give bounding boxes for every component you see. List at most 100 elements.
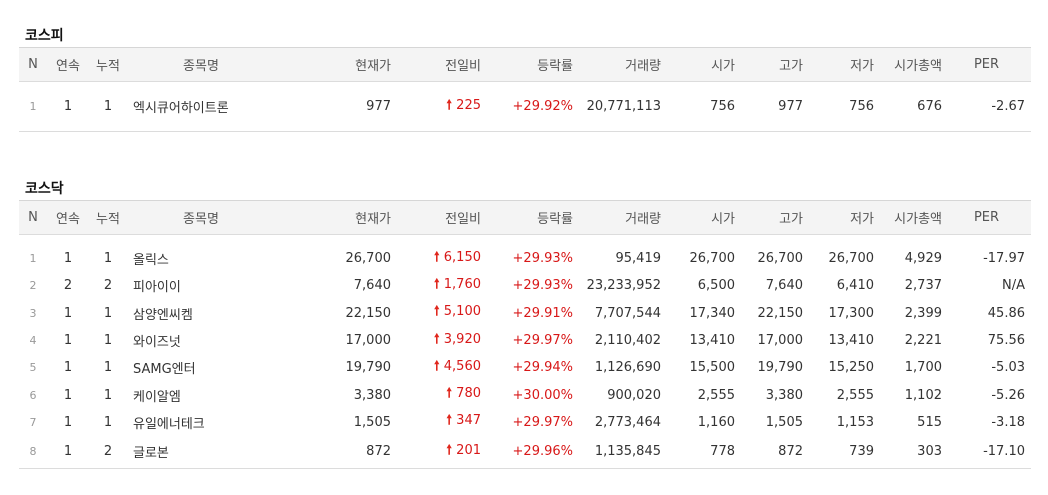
row-price: 26,700 (345, 251, 392, 267)
row-low: 17,300 (828, 305, 875, 321)
col-header-streak[interactable]: 연속 (47, 47, 89, 82)
col-header-rate[interactable]: 등락률 (481, 47, 573, 82)
up-arrow-icon: 🠕 (446, 97, 452, 113)
stock-name-link[interactable]: 삼양엔씨켐 (127, 300, 275, 327)
row-volume: 7,707,544 (594, 305, 661, 321)
col-header-low[interactable]: 저가 (803, 200, 874, 235)
stock-name-link[interactable]: 케이알엠 (127, 381, 275, 408)
stock-name-link[interactable]: 유일에너테크 (127, 409, 275, 436)
col-header-name[interactable]: 종목명 (127, 200, 275, 235)
row-volume: 2,110,402 (594, 333, 661, 349)
row-cumulative: 1 (103, 333, 113, 349)
row-cumulative: 1 (103, 305, 113, 321)
row-number: 6 (29, 388, 37, 402)
row-low: 26,700 (828, 251, 875, 267)
row-streak: 1 (47, 436, 89, 469)
row-low: 15,250 (828, 360, 875, 376)
row-market-cap: 1,700 (904, 360, 942, 376)
row-price: 17,000 (345, 333, 392, 349)
row-price: 977 (275, 81, 391, 132)
col-header-volume[interactable]: 거래량 (573, 200, 661, 235)
row-rate: +29.91% (512, 305, 573, 321)
table-row: 6 1 1 케이알엠 3,380 🠕 780 +30.00% 900,020 2,… (19, 381, 1031, 408)
row-change: 🠕 225 (391, 81, 481, 132)
up-arrow-icon: 🠕 (433, 249, 440, 265)
row-number: 5 (29, 361, 37, 375)
row-per: -5.03 (991, 360, 1025, 376)
stock-name-link[interactable]: SAMG엔터 (127, 354, 275, 381)
up-arrow-icon: 🠕 (433, 331, 440, 347)
row-volume: 1,126,690 (594, 360, 661, 376)
row-rate: +29.97% (512, 333, 573, 349)
row-cumulative: 2 (89, 436, 127, 469)
change-value: 1,760 (443, 276, 481, 292)
col-header-streak[interactable]: 연속 (47, 200, 89, 235)
row-market-cap: 2,221 (904, 333, 942, 349)
col-header-cumulative[interactable]: 누적 (89, 200, 127, 235)
col-header-name[interactable]: 종목명 (127, 47, 275, 82)
row-change: 🠕 780 (391, 381, 481, 408)
table-row: 4 1 1 와이즈넛 17,000 🠕 3,920 +29.97% 2,110,4… (19, 327, 1031, 354)
kosdaq-table-body: 1 1 1 올릭스 26,700 🠕 6,150 +29.93% 95,419 2… (19, 235, 1031, 469)
row-rate: +29.94% (512, 360, 573, 376)
row-volume: 23,233,952 (586, 278, 661, 294)
row-rate: +29.96% (481, 436, 573, 469)
row-market-cap: 4,929 (904, 251, 942, 267)
table-row: 2 2 2 피아이이 7,640 🠕 1,760 +29.93% 23,233,9… (19, 272, 1031, 299)
col-header-per[interactable]: PER (942, 47, 1031, 82)
col-header-price[interactable]: 현재가 (275, 200, 391, 235)
col-header-rate[interactable]: 등락률 (481, 200, 573, 235)
col-header-market-cap[interactable]: 시가총액 (874, 200, 942, 235)
stock-name-link[interactable]: 올릭스 (127, 245, 275, 272)
row-number: 3 (29, 306, 37, 320)
row-price: 22,150 (345, 305, 392, 321)
kospi-table: N 연속 누적 종목명 현재가 전일비 등락률 거래량 시가 고가 저가 시가총… (19, 47, 1031, 132)
row-per: -3.18 (991, 414, 1025, 430)
row-market-cap: 2,737 (904, 278, 942, 294)
row-low: 13,410 (828, 333, 875, 349)
col-header-high[interactable]: 고가 (735, 47, 803, 82)
kosdaq-table: N 연속 누적 종목명 현재가 전일비 등락률 거래량 시가 고가 저가 시가총… (19, 200, 1031, 469)
col-header-low[interactable]: 저가 (803, 47, 874, 82)
row-high: 977 (735, 81, 803, 132)
col-header-n[interactable]: N (19, 47, 47, 82)
row-low: 2,555 (836, 387, 874, 403)
row-price: 872 (275, 436, 391, 469)
change-value: 6,150 (443, 249, 481, 265)
row-open: 26,700 (689, 251, 736, 267)
row-market-cap: 2,399 (904, 305, 942, 321)
row-spacer (19, 235, 1031, 246)
col-header-change[interactable]: 전일비 (391, 47, 481, 82)
col-header-n[interactable]: N (19, 200, 47, 235)
col-header-cumulative[interactable]: 누적 (89, 47, 127, 82)
col-header-open[interactable]: 시가 (661, 200, 735, 235)
row-high: 1,505 (765, 414, 803, 430)
row-open: 1,160 (697, 414, 735, 430)
col-header-change[interactable]: 전일비 (391, 200, 481, 235)
row-streak: 1 (63, 333, 73, 349)
col-header-price[interactable]: 현재가 (275, 47, 391, 82)
row-number: 4 (29, 334, 37, 348)
col-header-market-cap[interactable]: 시가총액 (874, 47, 942, 82)
col-header-per[interactable]: PER (942, 200, 1031, 235)
row-change: 🠕 6,150 (391, 245, 481, 272)
col-header-volume[interactable]: 거래량 (573, 47, 661, 82)
col-header-high[interactable]: 고가 (735, 200, 803, 235)
stock-name-link[interactable]: 엑시큐어하이트론 (127, 81, 275, 132)
row-open: 15,500 (689, 360, 736, 376)
stock-name-link[interactable]: 와이즈넛 (127, 327, 275, 354)
row-volume: 95,419 (615, 251, 662, 267)
stock-name-link[interactable]: 글로본 (127, 436, 275, 469)
row-low: 739 (803, 436, 874, 469)
row-streak: 1 (63, 387, 73, 403)
stock-name-link[interactable]: 피아이이 (127, 272, 275, 299)
change-value: 4,560 (443, 358, 481, 374)
row-volume: 900,020 (607, 387, 661, 403)
row-open: 778 (661, 436, 735, 469)
row-price: 3,380 (353, 387, 391, 403)
row-streak: 1 (47, 81, 89, 132)
row-per: -17.97 (983, 251, 1025, 267)
row-low: 6,410 (836, 278, 874, 294)
table-row: 1 1 1 올릭스 26,700 🠕 6,150 +29.93% 95,419 2… (19, 245, 1031, 272)
col-header-open[interactable]: 시가 (661, 47, 735, 82)
